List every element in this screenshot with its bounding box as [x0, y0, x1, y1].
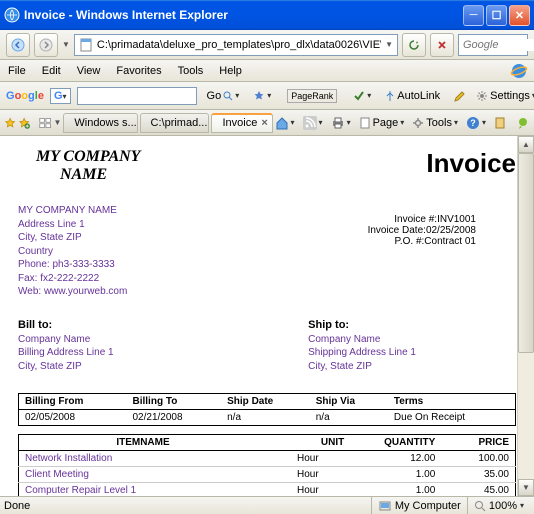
tab-list-dropdown[interactable]: ▼	[53, 118, 61, 127]
google-go-button[interactable]: Go ▾	[203, 88, 244, 104]
title-bar: Invoice - Windows Internet Explorer ─ ☐ …	[0, 0, 534, 30]
add-favorites-icon[interactable]	[18, 115, 30, 131]
tab-bar: ▼ Windows s... C:\primad... Invoice× ▾ ▾…	[0, 110, 534, 136]
table-row: Network InstallationHour12.00100.00	[19, 451, 516, 467]
search-box[interactable]: ▼	[458, 34, 528, 56]
nav-bar: ▼ ▼ ▼	[0, 30, 534, 60]
menu-edit[interactable]: Edit	[34, 63, 69, 79]
favorites-star-icon[interactable]	[4, 115, 16, 131]
vertical-scrollbar[interactable]: ▲ ▼	[517, 136, 534, 496]
table-row: Computer Repair Level 1Hour1.0045.00	[19, 483, 516, 497]
svg-text:?: ?	[470, 118, 476, 128]
menu-help[interactable]: Help	[211, 63, 250, 79]
google-brand: Google	[6, 90, 44, 102]
quick-tabs-icon[interactable]	[39, 115, 51, 131]
minimize-button[interactable]: ─	[463, 5, 484, 26]
google-toolbar: Google G▾ Go ▾ ▾ PageRank ▾ AutoLink Set…	[0, 82, 534, 110]
address-bar[interactable]: ▼	[74, 34, 398, 56]
status-zone: My Computer	[371, 497, 467, 514]
tab-primad[interactable]: C:\primad...	[140, 113, 210, 133]
research-button[interactable]	[494, 116, 508, 130]
tab-invoice[interactable]: Invoice×	[211, 113, 272, 133]
tab-close-icon[interactable]: ×	[261, 117, 267, 129]
status-text: Done	[4, 500, 30, 512]
help-button[interactable]: ?▾	[466, 116, 486, 130]
menu-file[interactable]: File	[0, 63, 34, 79]
forward-button[interactable]	[34, 33, 58, 57]
scroll-up-button[interactable]: ▲	[518, 136, 534, 153]
autofill-button[interactable]	[450, 88, 470, 104]
autolink-button[interactable]: AutoLink	[381, 88, 444, 104]
feeds-button[interactable]: ▾	[303, 116, 323, 130]
settings-button[interactable]: Settings▾	[476, 90, 534, 102]
status-zoom[interactable]: 100% ▾	[467, 497, 530, 514]
pagerank-button[interactable]: PageRank	[287, 89, 337, 103]
window-title: Invoice - Windows Internet Explorer	[24, 8, 463, 22]
status-bar: Done My Computer 100% ▾	[0, 496, 534, 514]
maximize-button[interactable]: ☐	[486, 5, 507, 26]
google-g-button[interactable]: G▾	[50, 88, 71, 104]
table-row: Client MeetingHour1.0035.00	[19, 467, 516, 483]
refresh-button[interactable]	[402, 33, 426, 57]
invoice-meta: Invoice #:INV1001 Invoice Date:02/25/200…	[368, 214, 476, 299]
content-area: MY COMPANY NAME Invoice MY COMPANY NAME …	[0, 136, 534, 496]
close-button[interactable]: ✕	[509, 5, 530, 26]
menu-favorites[interactable]: Favorites	[108, 63, 169, 79]
google-search-input[interactable]	[77, 87, 197, 105]
tab-windows[interactable]: Windows s...	[63, 113, 137, 133]
stop-button[interactable]	[430, 33, 454, 57]
search-input[interactable]	[463, 39, 534, 51]
menu-view[interactable]: View	[69, 63, 109, 79]
ie-logo-icon	[510, 62, 528, 80]
messenger-button[interactable]	[516, 116, 530, 130]
menu-tools[interactable]: Tools	[170, 63, 212, 79]
scroll-down-button[interactable]: ▼	[518, 479, 534, 496]
print-button[interactable]: ▾	[331, 116, 351, 130]
scroll-thumb[interactable]	[518, 153, 534, 353]
company-name-header: MY COMPANY NAME	[18, 148, 140, 184]
nav-history-dropdown[interactable]: ▼	[62, 40, 70, 49]
google-bookmark-button[interactable]: ▾	[249, 88, 275, 104]
page-menu[interactable]: Page▾	[359, 117, 405, 129]
bill-to-block: Bill to: Company Name Billing Address Li…	[18, 319, 114, 374]
back-button[interactable]	[6, 33, 30, 57]
billing-details-table: Billing From Billing To Ship Date Ship V…	[18, 393, 516, 426]
tools-menu[interactable]: Tools▾	[412, 117, 458, 129]
address-input[interactable]	[97, 39, 381, 51]
ship-to-block: Ship to: Company Name Shipping Address L…	[308, 319, 416, 374]
page-icon	[79, 38, 93, 52]
home-button[interactable]: ▾	[275, 116, 295, 130]
address-dropdown[interactable]: ▼	[385, 40, 393, 49]
ie-icon	[4, 7, 20, 23]
check-button[interactable]: ▾	[349, 88, 375, 104]
menu-bar: File Edit View Favorites Tools Help	[0, 60, 534, 82]
items-table: ITEMNAME UNIT QUANTITY PRICE Network Ins…	[18, 434, 516, 496]
company-address: MY COMPANY NAME Address Line 1 City, Sta…	[18, 204, 127, 299]
invoice-title: Invoice	[426, 148, 516, 179]
